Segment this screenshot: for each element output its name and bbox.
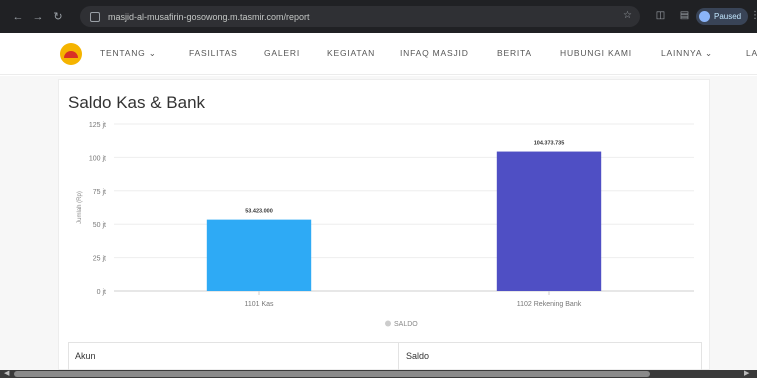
nav-overflow[interactable]: LA bbox=[746, 48, 757, 58]
table-header-akun: Akun bbox=[75, 351, 96, 361]
address-bar[interactable]: masjid-al-musafirin-gosowong.m.tasmir.co… bbox=[80, 6, 640, 27]
reload-icon[interactable]: ↻ bbox=[51, 10, 65, 24]
bar-2 bbox=[496, 151, 602, 291]
forward-icon[interactable]: → bbox=[31, 10, 45, 24]
saldo-bar-chart: 0 jt 25 jt 50 jt 75 jt 100 jt 125 jt Jumlah (R… bbox=[77, 122, 694, 328]
menu-icon[interactable]: ⋮ bbox=[750, 10, 757, 21]
nav-kegiatan[interactable]: KEGIATAN bbox=[327, 48, 375, 58]
page-title: Saldo Kas & Bank bbox=[68, 93, 206, 112]
y-axis-title: Jumlah (Rp) bbox=[77, 191, 83, 224]
paused-label: Paused bbox=[714, 12, 742, 21]
scrollbar-thumb[interactable] bbox=[14, 371, 650, 377]
table-header-saldo: Saldo bbox=[406, 351, 430, 361]
bar-1 bbox=[206, 219, 312, 291]
legend-label: SALDO bbox=[394, 321, 418, 328]
y-tick-label: 50 jt bbox=[93, 222, 106, 229]
y-tick-label: 75 jt bbox=[93, 189, 106, 196]
y-tick-label: 100 jt bbox=[89, 155, 106, 162]
y-tick-label: 125 jt bbox=[89, 122, 106, 129]
nav-tentang[interactable]: TENTANG ⌄ bbox=[100, 48, 157, 59]
site-info-icon[interactable] bbox=[90, 11, 100, 22]
x-tick-label: 1101 Kas bbox=[244, 301, 274, 308]
nav-galeri[interactable]: GALERI bbox=[264, 48, 300, 58]
site-logo[interactable] bbox=[60, 43, 82, 65]
y-tick-label: 25 jt bbox=[93, 256, 106, 263]
saldo-table: Akun Saldo bbox=[68, 342, 702, 371]
site-navigation: TENTANG ⌄ FASILITAS GALERI KEGIATAN INFA… bbox=[0, 33, 757, 75]
x-tick-label: 1102 Rekening Bank bbox=[517, 301, 582, 308]
nav-berita[interactable]: BERITA bbox=[497, 48, 532, 58]
table-header-akun-cell: Akun bbox=[69, 343, 399, 371]
nav-hubungi-kami[interactable]: HUBUNGI KAMI bbox=[560, 48, 632, 58]
nav-fasilitas[interactable]: FASILITAS bbox=[189, 48, 238, 58]
scroll-left-icon[interactable]: ◀ bbox=[4, 370, 9, 378]
scroll-right-icon[interactable]: ▶ bbox=[744, 370, 749, 378]
url-text[interactable]: masjid-al-musafirin-gosowong.m.tasmir.co… bbox=[108, 12, 310, 22]
legend-marker bbox=[385, 320, 391, 327]
horizontal-scrollbar[interactable]: ◀ ▶ bbox=[0, 370, 757, 378]
bar-data-label: 53.423.000 bbox=[245, 209, 273, 215]
back-icon[interactable]: ← bbox=[11, 10, 25, 24]
bookmark-star-icon[interactable]: ☆ bbox=[623, 10, 632, 21]
bar-data-label: 104.373.735 bbox=[534, 141, 565, 147]
profile-icon bbox=[699, 11, 710, 22]
y-tick-label: 0 jt bbox=[97, 289, 106, 296]
nav-infaq-masjid[interactable]: INFAQ MASJID bbox=[400, 48, 469, 58]
browser-toolbar: ← → ↻ masjid-al-musafirin-gosowong.m.tas… bbox=[0, 0, 757, 33]
profile-paused-button[interactable]: Paused bbox=[696, 8, 749, 25]
extensions-icon[interactable]: ◫ bbox=[654, 10, 667, 23]
nav-lainnya[interactable]: LAINNYA ⌄ bbox=[661, 48, 713, 59]
side-panel-icon[interactable]: ▤ bbox=[678, 10, 691, 23]
